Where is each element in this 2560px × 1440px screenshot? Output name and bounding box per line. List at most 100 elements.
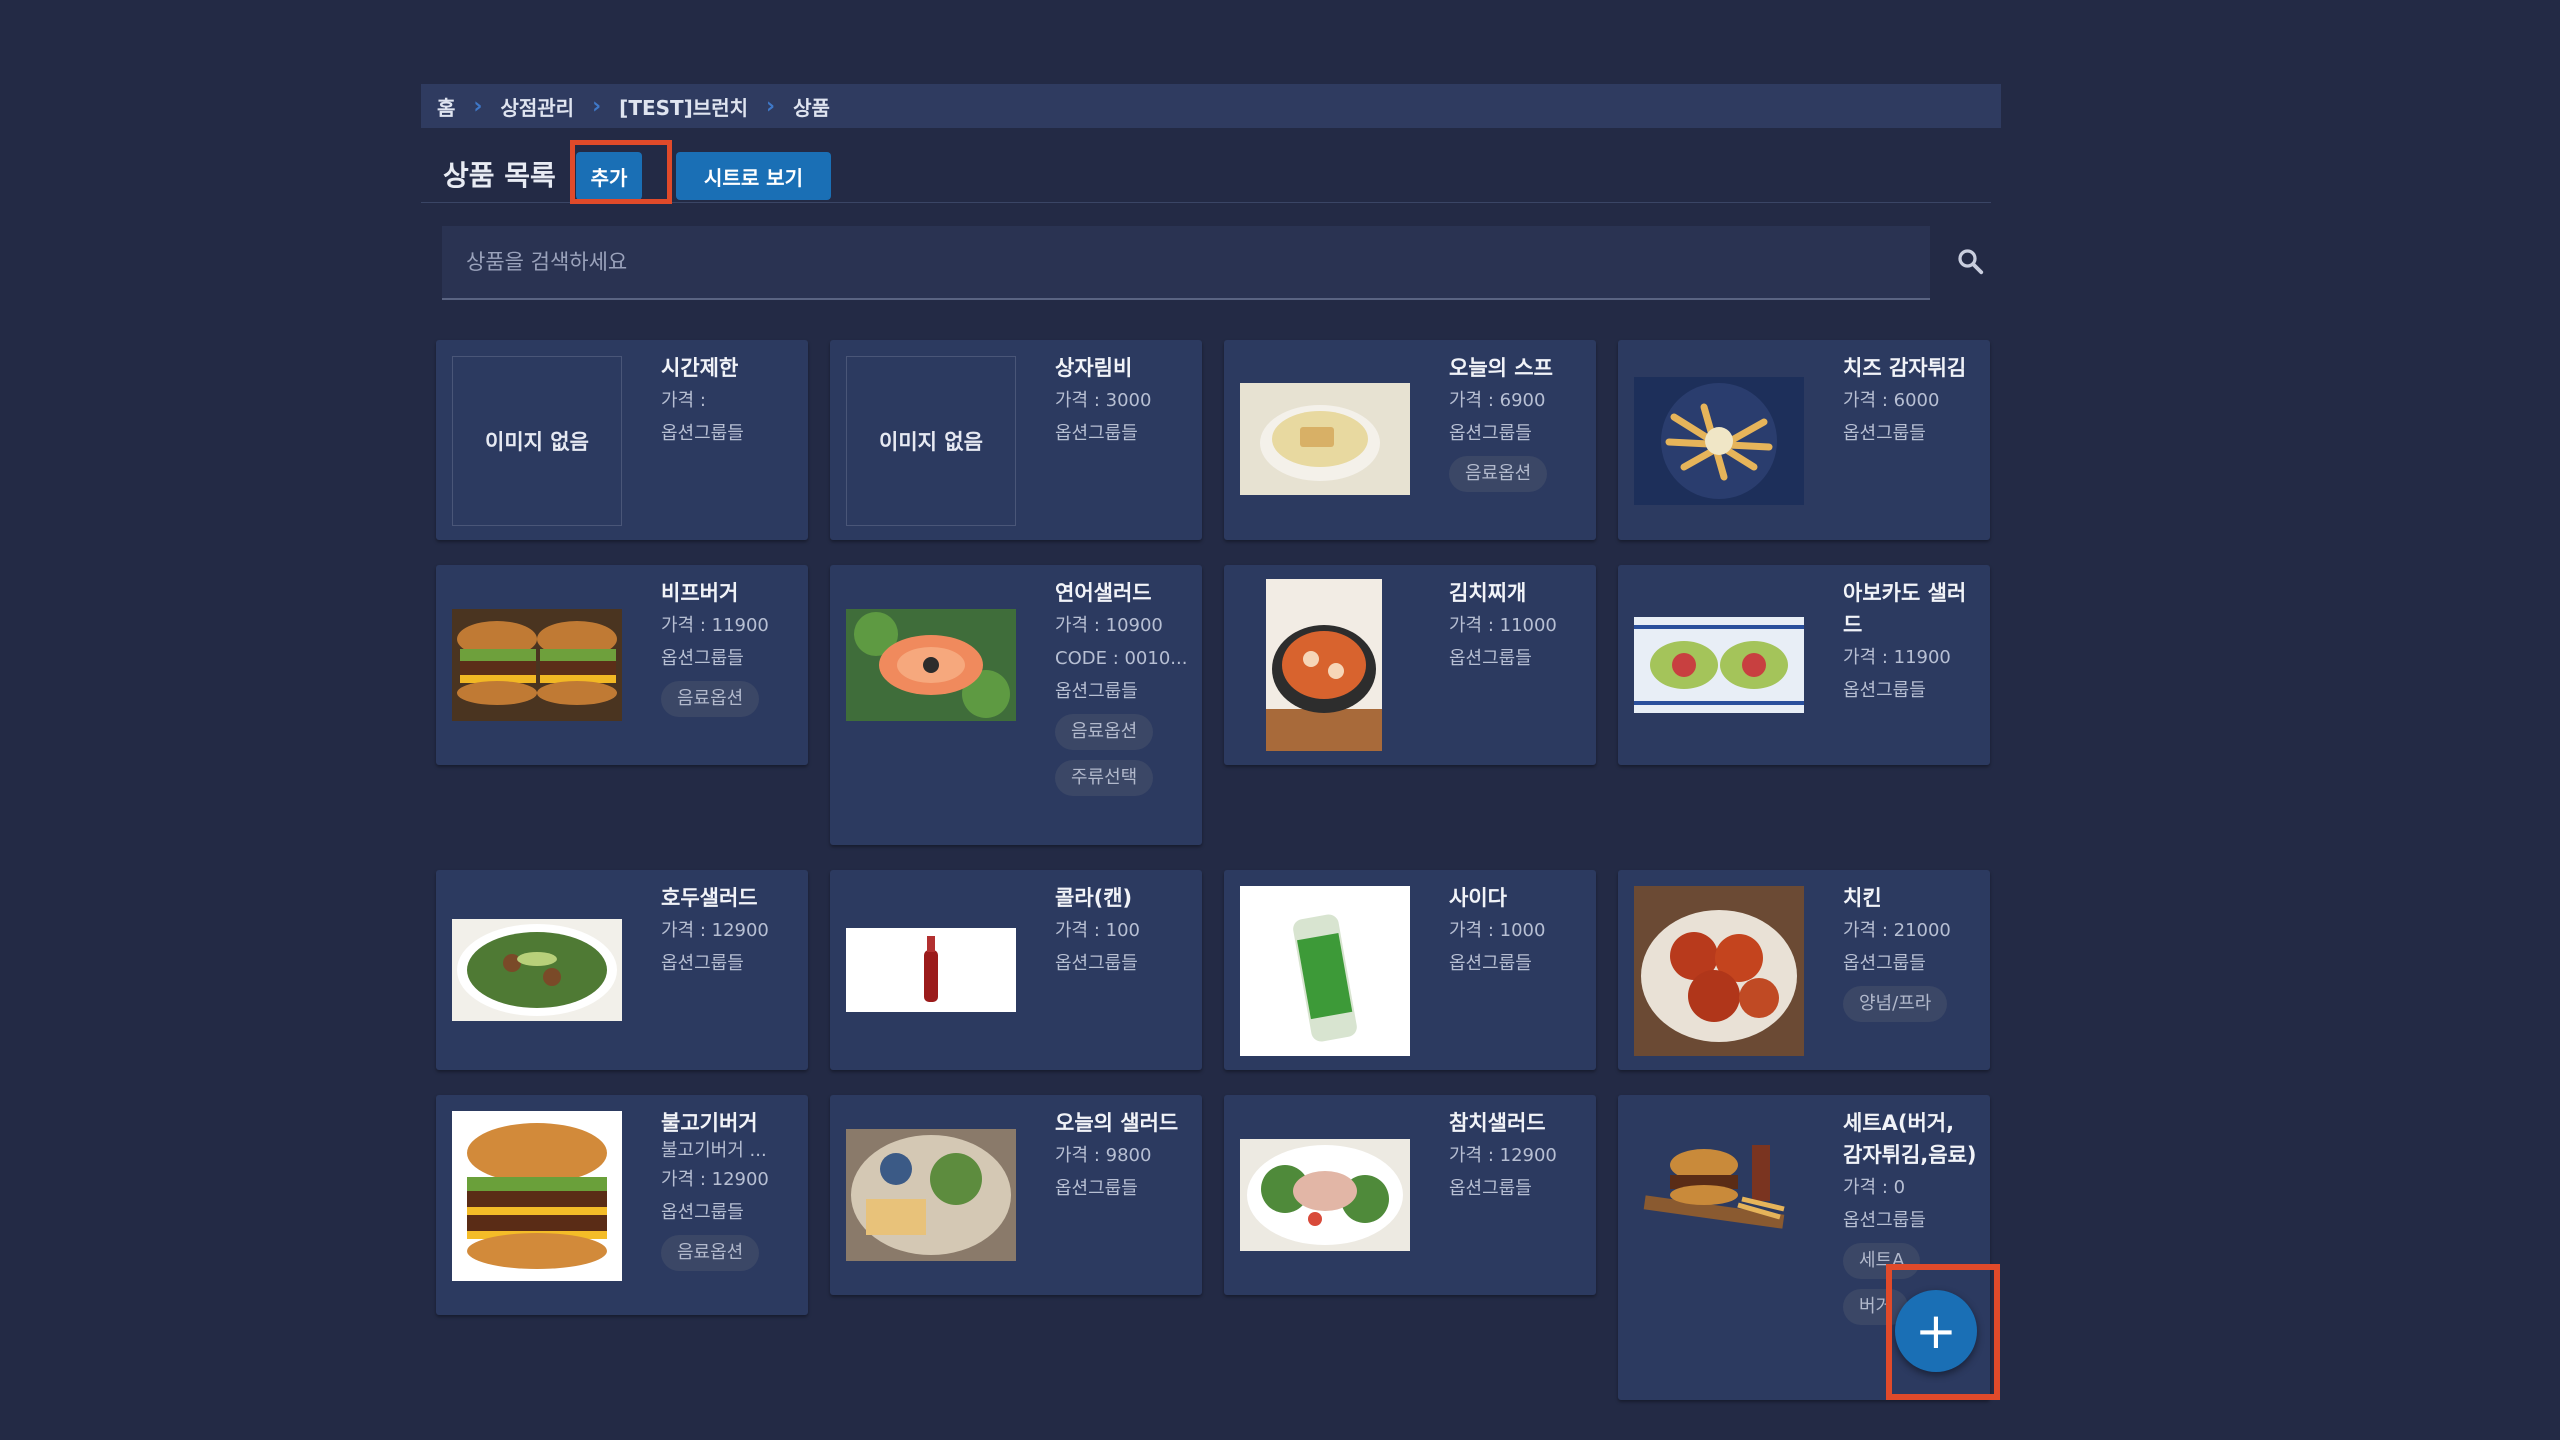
option-chip[interactable]: 양념/프라 bbox=[1843, 986, 1948, 1022]
breadcrumb: 홈 › 상점관리 › [TEST]브런치 › 상품 bbox=[421, 84, 2001, 128]
product-name: 치즈 감자튀김 bbox=[1843, 356, 1967, 380]
cider-image bbox=[1240, 886, 1410, 1056]
breadcrumb-products: 상품 bbox=[793, 95, 830, 120]
product-option-groups: 옵션그룹들 bbox=[661, 1202, 744, 1223]
product-name: 시간제한 bbox=[661, 356, 739, 380]
burger-image bbox=[452, 609, 622, 721]
breadcrumb-home[interactable]: 홈 bbox=[437, 92, 455, 121]
product-name: 호두샐러드 bbox=[661, 886, 758, 910]
bulgogi-burger-image bbox=[452, 1111, 622, 1281]
product-card[interactable]: 치즈 감자튀김 가격 : 6000 옵션그룹들 bbox=[1618, 340, 1990, 540]
product-name: 치킨 bbox=[1843, 886, 1882, 910]
product-price: 가격 : 12900 bbox=[661, 1169, 769, 1190]
product-card[interactable]: 비프버거 가격 : 11900 옵션그룹들 음료옵션 bbox=[436, 565, 808, 765]
product-name: 오늘의 샐러드 bbox=[1055, 1111, 1179, 1135]
product-name: 비프버거 bbox=[661, 581, 739, 605]
product-option-groups: 옵션그룹들 bbox=[1449, 423, 1532, 444]
product-option-groups: 옵션그룹들 bbox=[1843, 953, 1926, 974]
option-chip[interactable]: 음료옵션 bbox=[661, 681, 760, 717]
search-input[interactable] bbox=[464, 249, 1930, 275]
product-option-groups: 옵션그룹들 bbox=[1843, 423, 1926, 444]
cola-image bbox=[846, 928, 1016, 1012]
highlight-box-add bbox=[570, 140, 672, 204]
soup-image bbox=[1240, 383, 1410, 495]
product-option-groups: 옵션그룹들 bbox=[1055, 1178, 1138, 1199]
product-card[interactable]: 호두샐러드 가격 : 12900 옵션그룹들 bbox=[436, 870, 808, 1070]
product-option-groups: 옵션그룹들 bbox=[1055, 953, 1138, 974]
option-chip[interactable]: 음료옵션 bbox=[1055, 714, 1154, 750]
product-option-groups: 옵션그룹들 bbox=[661, 648, 744, 669]
product-name: 세트A(버거, 감자튀김,음료) bbox=[1843, 1111, 1977, 1167]
option-chip[interactable]: 음료옵션 bbox=[661, 1235, 760, 1271]
product-name: 김치찌개 bbox=[1449, 581, 1527, 605]
product-price: 가격 : 0 bbox=[1843, 1177, 1906, 1198]
product-name: 연어샐러드 bbox=[1055, 581, 1152, 605]
product-card[interactable]: 콜라(캔) 가격 : 100 옵션그룹들 bbox=[830, 870, 1202, 1070]
chevron-right-icon: › bbox=[766, 93, 776, 119]
product-price: 가격 : 6900 bbox=[1449, 390, 1546, 411]
avocado-salad-image bbox=[1634, 617, 1804, 713]
product-card[interactable]: 김치찌개 가격 : 11000 옵션그룹들 bbox=[1224, 565, 1596, 765]
product-name: 사이다 bbox=[1449, 886, 1507, 910]
product-name: 오늘의 스프 bbox=[1449, 356, 1553, 380]
tuna-salad-image bbox=[1240, 1139, 1410, 1251]
fries-image bbox=[1634, 377, 1804, 505]
search-bar bbox=[442, 226, 1930, 300]
view-as-sheet-button[interactable]: 시트로 보기 bbox=[676, 152, 831, 200]
product-price: 가격 : 11900 bbox=[661, 615, 769, 636]
product-option-groups: 옵션그룹들 bbox=[1843, 680, 1926, 701]
product-price: 가격 : 100 bbox=[1055, 920, 1140, 941]
product-price: 가격 : 21000 bbox=[1843, 920, 1951, 941]
product-option-groups: 옵션그룹들 bbox=[1843, 1210, 1926, 1231]
product-option-groups: 옵션그룹들 bbox=[1055, 681, 1138, 702]
product-name: 아보카도 샐러드 bbox=[1843, 581, 1967, 637]
chicken-image bbox=[1634, 886, 1804, 1056]
product-card[interactable]: 오늘의 스프 가격 : 6900 옵션그룹들 음료옵션 bbox=[1224, 340, 1596, 540]
product-option-groups: 옵션그룹들 bbox=[1055, 423, 1138, 444]
product-name: 참치샐러드 bbox=[1449, 1111, 1546, 1135]
product-card[interactable]: 불고기버거 불고기버거 ... 가격 : 12900 옵션그룹들 음료옵션 bbox=[436, 1095, 808, 1315]
product-card[interactable]: 연어샐러드 가격 : 10900 CODE : 0010... 옵션그룹들 음료… bbox=[830, 565, 1202, 845]
product-price: 가격 : 12900 bbox=[1449, 1145, 1557, 1166]
highlight-box-fab bbox=[1886, 1264, 2000, 1400]
search-icon[interactable] bbox=[1955, 246, 1985, 276]
chevron-right-icon: › bbox=[473, 93, 483, 119]
option-chip[interactable]: 음료옵션 bbox=[1449, 456, 1548, 492]
product-card[interactable]: 치킨 가격 : 21000 옵션그룹들 양념/프라 bbox=[1618, 870, 1990, 1070]
chevron-right-icon: › bbox=[592, 93, 602, 119]
no-image-placeholder: 이미지 없음 bbox=[452, 356, 622, 526]
product-card[interactable]: 아보카도 샐러드 가격 : 11900 옵션그룹들 bbox=[1618, 565, 1990, 765]
breadcrumb-store[interactable]: [TEST]브런치 bbox=[619, 92, 748, 121]
product-name: 콜라(캔) bbox=[1055, 886, 1133, 910]
breadcrumb-store-management[interactable]: 상점관리 bbox=[500, 92, 574, 121]
product-price: 가격 : 12900 bbox=[661, 920, 769, 941]
kimchi-stew-image bbox=[1266, 579, 1382, 751]
product-price: 가격 : bbox=[661, 390, 706, 411]
product-description: 불고기버거 ... bbox=[661, 1140, 767, 1161]
option-chip[interactable]: 주류선택 bbox=[1055, 760, 1154, 796]
product-card[interactable]: 이미지 없음 상자림비 가격 : 3000 옵션그룹들 bbox=[830, 340, 1202, 540]
page-title: 상품 목록 bbox=[443, 159, 556, 192]
product-code: CODE : 0010... bbox=[1055, 648, 1188, 669]
product-price: 가격 : 11900 bbox=[1843, 647, 1951, 668]
today-salad-image bbox=[846, 1129, 1016, 1261]
product-name: 상자림비 bbox=[1055, 356, 1133, 380]
product-card[interactable]: 사이다 가격 : 1000 옵션그룹들 bbox=[1224, 870, 1596, 1070]
product-card[interactable]: 이미지 없음 시간제한 가격 : 옵션그룹들 bbox=[436, 340, 808, 540]
product-option-groups: 옵션그룹들 bbox=[1449, 1178, 1532, 1199]
product-price: 가격 : 9800 bbox=[1055, 1145, 1152, 1166]
salmon-salad-image bbox=[846, 609, 1016, 721]
product-price: 가격 : 11000 bbox=[1449, 615, 1557, 636]
product-price: 가격 : 1000 bbox=[1449, 920, 1546, 941]
product-card[interactable]: 오늘의 샐러드 가격 : 9800 옵션그룹들 bbox=[830, 1095, 1202, 1295]
no-image-placeholder: 이미지 없음 bbox=[846, 356, 1016, 526]
set-a-image bbox=[1634, 1125, 1804, 1237]
product-option-groups: 옵션그룹들 bbox=[1449, 648, 1532, 669]
product-name: 불고기버거 bbox=[661, 1111, 758, 1135]
product-price: 가격 : 3000 bbox=[1055, 390, 1152, 411]
product-price: 가격 : 10900 bbox=[1055, 615, 1163, 636]
product-option-groups: 옵션그룹들 bbox=[1449, 953, 1532, 974]
walnut-salad-image bbox=[452, 919, 622, 1021]
product-card[interactable]: 참치샐러드 가격 : 12900 옵션그룹들 bbox=[1224, 1095, 1596, 1295]
product-option-groups: 옵션그룹들 bbox=[661, 953, 744, 974]
